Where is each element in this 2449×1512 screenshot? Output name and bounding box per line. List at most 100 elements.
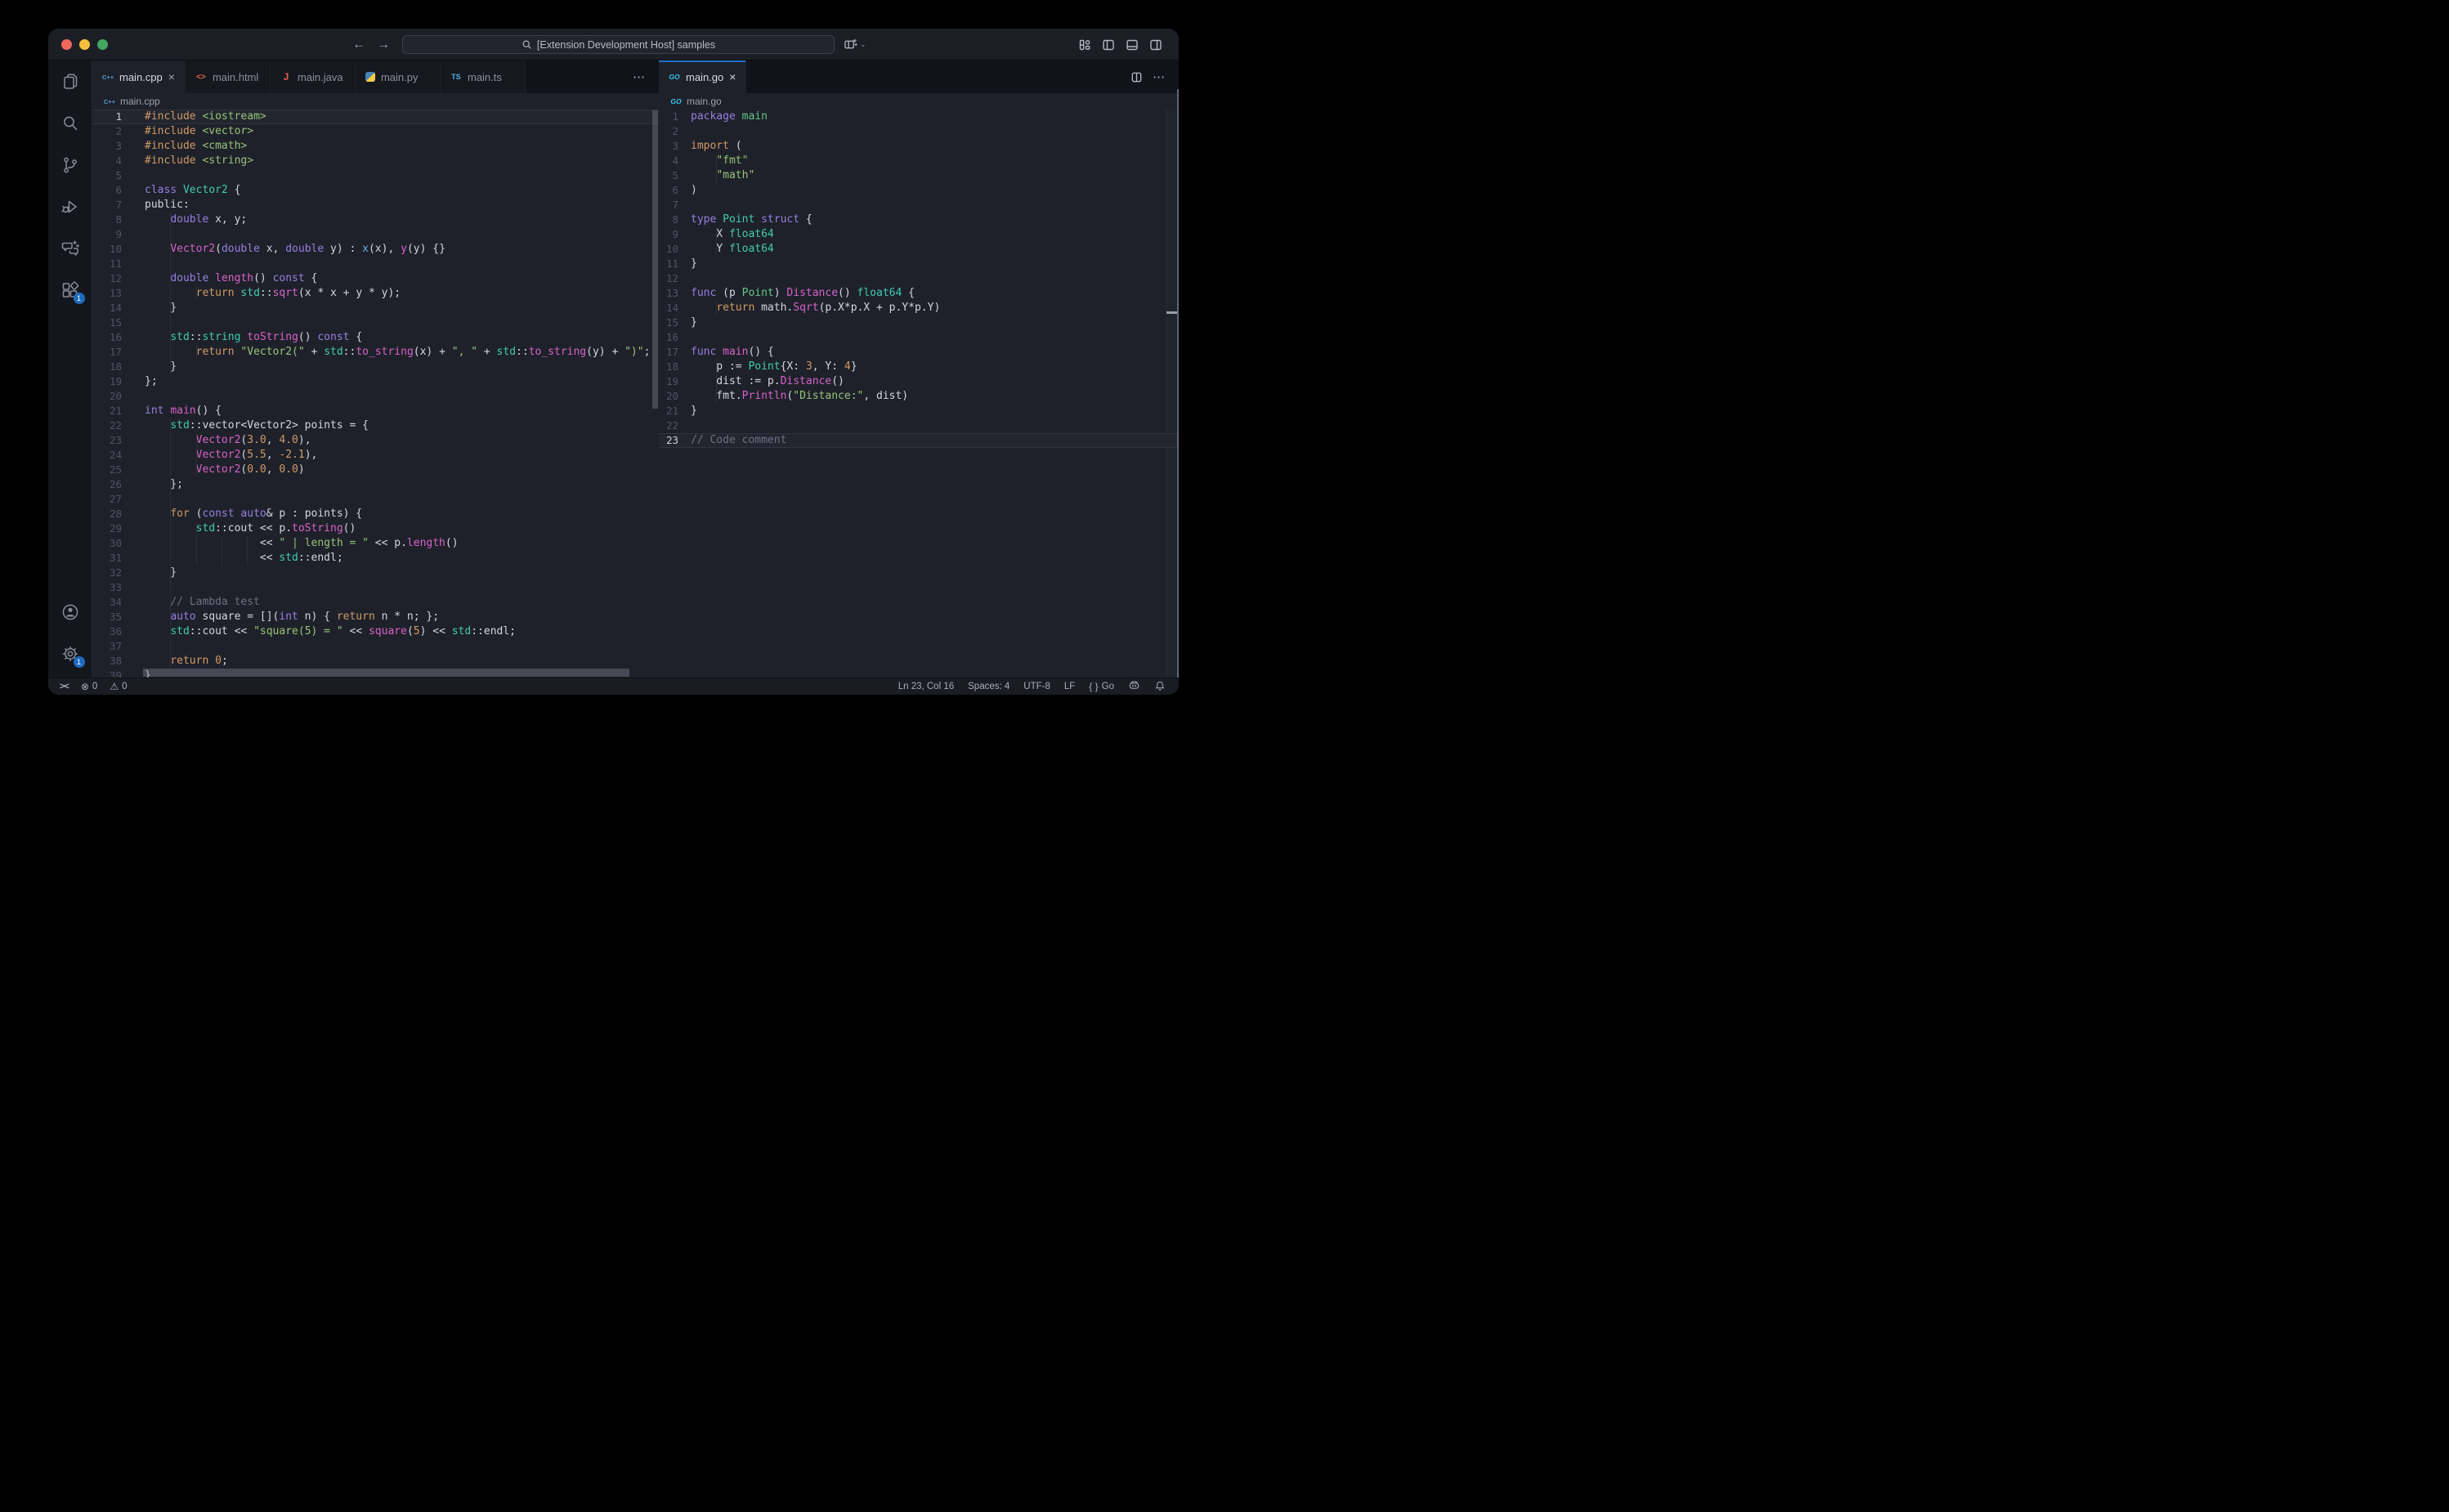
code-line-9[interactable]: 9 X float64: [659, 227, 1179, 242]
code-line-4[interactable]: 4#include <string>: [92, 154, 659, 168]
code-line-32[interactable]: 32 }: [92, 566, 659, 580]
code-line-13[interactable]: 13func (p Point) Distance() float64 {: [659, 286, 1179, 301]
code-line-8[interactable]: 8type Point struct {: [659, 212, 1179, 227]
activity-explorer-icon[interactable]: [48, 60, 92, 102]
code-line-16[interactable]: 16: [659, 330, 1179, 345]
editor-main-go[interactable]: 1package main23import (4 "fmt"5 "math"6)…: [659, 110, 1179, 448]
code-line-14[interactable]: 14 return math.Sqrt(p.X*p.X + p.Y*p.Y): [659, 301, 1179, 315]
code-line-19[interactable]: 19 dist := p.Distance(): [659, 374, 1179, 389]
toggle-primary-sidebar-icon[interactable]: [1102, 38, 1115, 51]
code-line-13[interactable]: 13 return std::sqrt(x * x + y * y);: [92, 286, 659, 301]
code-line-27[interactable]: 27: [92, 492, 659, 507]
code-line-4[interactable]: 4 "fmt": [659, 154, 1179, 168]
code-line-29[interactable]: 29 std::cout << p.toString(): [92, 521, 659, 536]
chevron-down-icon[interactable]: ⌄: [860, 40, 866, 49]
status-indentation[interactable]: Spaces: 4: [968, 682, 1010, 691]
zoom-window-button[interactable]: [97, 39, 108, 50]
code-line-6[interactable]: 6class Vector2 {: [92, 183, 659, 198]
code-line-5[interactable]: 5: [92, 168, 659, 183]
code-line-23[interactable]: 23 Vector2(3.0, 4.0),: [92, 433, 659, 448]
activity-search-icon[interactable]: [48, 102, 92, 144]
tab-main.java[interactable]: Jmain.java: [271, 60, 356, 93]
code-line-22[interactable]: 22 std::vector<Vector2> points = {: [92, 418, 659, 433]
tab-main.cpp[interactable]: C++main.cpp×: [92, 60, 186, 93]
code-line-3[interactable]: 3#include <cmath>: [92, 139, 659, 154]
activity-extensions-icon[interactable]: 1: [48, 269, 92, 311]
code-line-11[interactable]: 11}: [659, 257, 1179, 271]
code-line-8[interactable]: 8 double x, y;: [92, 212, 659, 227]
layout-sparkle-icon[interactable]: [844, 38, 857, 51]
code-line-11[interactable]: 11: [92, 257, 659, 271]
code-line-15[interactable]: 15: [92, 315, 659, 330]
tab-main.ts[interactable]: TSmain.ts: [441, 60, 526, 93]
activity-settings-icon[interactable]: 1: [48, 633, 92, 674]
code-line-5[interactable]: 5 "math": [659, 168, 1179, 183]
code-line-38[interactable]: 38 return 0;: [92, 654, 659, 669]
code-line-24[interactable]: 24 Vector2(5.5, -2.1),: [92, 448, 659, 463]
code-line-2[interactable]: 2: [659, 124, 1179, 139]
breadcrumb[interactable]: C++ main.cpp: [92, 93, 659, 110]
tab-main.html[interactable]: <>main.html: [186, 60, 271, 93]
tab-main.py[interactable]: main.py: [356, 60, 441, 93]
code-line-22[interactable]: 22: [659, 418, 1179, 433]
more-tabs-button[interactable]: ⋯: [633, 60, 659, 93]
close-tab-icon[interactable]: ×: [729, 70, 736, 83]
code-line-19[interactable]: 19};: [92, 374, 659, 389]
code-line-3[interactable]: 3import (: [659, 139, 1179, 154]
breadcrumb[interactable]: GO main.go: [659, 93, 1179, 110]
code-line-18[interactable]: 18 p := Point{X: 3, Y: 4}: [659, 360, 1179, 374]
code-line-12[interactable]: 12: [659, 271, 1179, 286]
minimize-window-button[interactable]: [79, 39, 90, 50]
code-line-17[interactable]: 17 return "Vector2(" + std::to_string(x)…: [92, 345, 659, 360]
code-line-17[interactable]: 17func main() {: [659, 345, 1179, 360]
status-remote-indicator[interactable]: ><: [60, 682, 69, 691]
editor-main-cpp[interactable]: 1#include <iostream>2#include <vector>3#…: [92, 110, 659, 678]
code-line-9[interactable]: 9: [92, 227, 659, 242]
code-line-37[interactable]: 37: [92, 639, 659, 654]
activity-chat-icon[interactable]: [48, 227, 92, 269]
editor-more-actions-button[interactable]: ⋯: [1153, 69, 1166, 84]
status-warnings-count[interactable]: ⚠0: [110, 681, 127, 692]
horizontal-scrollbar[interactable]: [143, 669, 629, 677]
code-line-21[interactable]: 21}: [659, 404, 1179, 418]
code-line-18[interactable]: 18 }: [92, 360, 659, 374]
code-line-2[interactable]: 2#include <vector>: [92, 124, 659, 139]
code-line-30[interactable]: 30 << " | length = " << p.length(): [92, 536, 659, 551]
code-line-7[interactable]: 7: [659, 198, 1179, 212]
status-encoding[interactable]: UTF-8: [1023, 682, 1050, 691]
code-line-15[interactable]: 15}: [659, 315, 1179, 330]
status-errors-count[interactable]: ⊗0: [81, 681, 97, 692]
code-line-28[interactable]: 28 for (const auto& p : points) {: [92, 507, 659, 521]
status-end-of-line[interactable]: LF: [1064, 682, 1075, 691]
vertical-scrollbar[interactable]: [652, 110, 658, 409]
status-copilot[interactable]: [1128, 679, 1140, 694]
code-line-36[interactable]: 36 std::cout << "square(5) = " << square…: [92, 624, 659, 639]
code-line-6[interactable]: 6): [659, 183, 1179, 198]
activity-accounts-icon[interactable]: [48, 591, 92, 633]
status-cursor-position[interactable]: Ln 23, Col 16: [898, 682, 954, 691]
tab-main.go[interactable]: GOmain.go×: [659, 60, 746, 93]
code-line-26[interactable]: 26 };: [92, 477, 659, 492]
code-line-25[interactable]: 25 Vector2(0.0, 0.0): [92, 463, 659, 477]
toggle-panel-icon[interactable]: [1126, 38, 1139, 51]
code-line-7[interactable]: 7public:: [92, 198, 659, 212]
command-center-search[interactable]: [Extension Development Host] samples: [402, 35, 835, 54]
code-line-33[interactable]: 33: [92, 580, 659, 595]
code-line-21[interactable]: 21int main() {: [92, 404, 659, 418]
status-notifications[interactable]: [1154, 680, 1166, 694]
status-language-mode[interactable]: { }Go: [1089, 681, 1114, 692]
code-line-14[interactable]: 14 }: [92, 301, 659, 315]
customize-layout-icon[interactable]: [1078, 38, 1091, 51]
close-window-button[interactable]: [61, 39, 72, 50]
code-line-1[interactable]: 1package main: [659, 110, 1179, 124]
toggle-secondary-sidebar-icon[interactable]: [1149, 38, 1162, 51]
activity-source-control-icon[interactable]: [48, 144, 92, 186]
code-line-1[interactable]: 1#include <iostream>: [92, 110, 659, 124]
code-line-10[interactable]: 10 Y float64: [659, 242, 1179, 257]
code-line-20[interactable]: 20 fmt.Println("Distance:", dist): [659, 389, 1179, 404]
code-line-20[interactable]: 20: [92, 389, 659, 404]
code-line-23[interactable]: 23// Code comment: [659, 433, 1179, 448]
activity-run-debug-icon[interactable]: [48, 186, 92, 227]
close-tab-icon[interactable]: ×: [168, 70, 175, 83]
code-line-34[interactable]: 34 // Lambda test: [92, 595, 659, 610]
